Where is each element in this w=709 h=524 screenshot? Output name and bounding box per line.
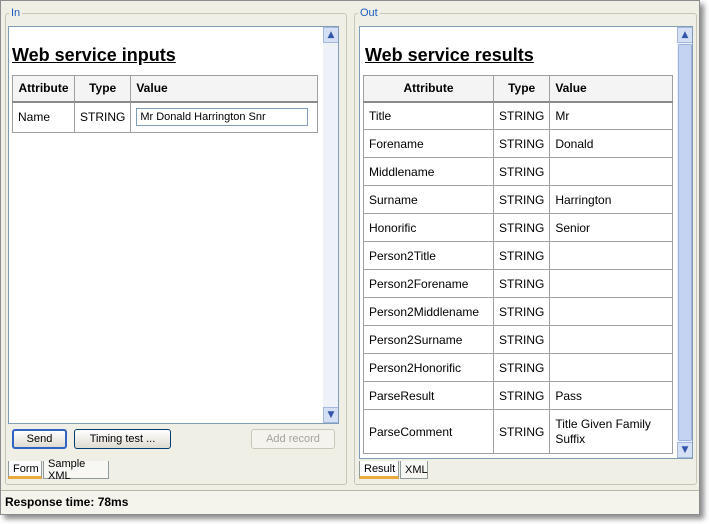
row-type: STRING <box>73 101 132 133</box>
input-form-pane: Web service inputs Attribute Type Value … <box>8 26 339 424</box>
row-type: STRING <box>492 101 551 130</box>
row-value: Title Given Family Suffix <box>549 409 673 454</box>
row-type: STRING <box>492 185 551 214</box>
row-value: Donald <box>549 129 673 158</box>
tab-form[interactable]: Form <box>8 461 42 479</box>
table-row: Person2Forename STRING <box>363 269 673 298</box>
table-row: ParseResult STRING Pass <box>363 381 673 410</box>
results-title: Web service results <box>365 45 534 65</box>
row-attribute: Forename <box>363 129 494 158</box>
row-attribute: Person2Honorific <box>363 353 494 382</box>
right-tab-strip: Result XML <box>359 461 439 479</box>
table-row: Surname STRING Harrington <box>363 185 673 214</box>
row-attribute: Person2Title <box>363 241 494 270</box>
inputs-table: Attribute Type Value Name STRING <box>12 75 318 133</box>
row-value <box>549 353 673 382</box>
row-type: STRING <box>492 213 551 242</box>
row-type: STRING <box>492 409 551 454</box>
tab-result[interactable]: Result <box>359 461 399 479</box>
row-attribute: ParseComment <box>363 409 494 454</box>
table-row: Person2Middlename STRING <box>363 297 673 326</box>
row-value <box>549 325 673 354</box>
row-attribute: ParseResult <box>363 381 494 410</box>
row-type: STRING <box>492 241 551 270</box>
table-row: Forename STRING Donald <box>363 129 673 158</box>
row-type: STRING <box>492 297 551 326</box>
input-form-scrollbar[interactable]: ▲ ▼ <box>323 27 338 423</box>
out-group-label: Out <box>360 7 378 19</box>
in-group-label: In <box>11 7 21 19</box>
row-value: Mr <box>549 101 673 130</box>
row-value: Pass <box>549 381 673 410</box>
results-pane: Web service results Attribute Type Value… <box>359 26 693 459</box>
inputs-title: Web service inputs <box>12 45 176 65</box>
row-type: STRING <box>492 269 551 298</box>
table-row: Honorific STRING Senior <box>363 213 673 242</box>
scroll-up-arrow-icon[interactable]: ▲ <box>677 27 692 43</box>
column-header-attribute: Attribute <box>12 75 75 103</box>
table-row: Person2Surname STRING <box>363 325 673 354</box>
row-value: Senior <box>549 213 673 242</box>
results-table: Attribute Type Value Title STRING Mr Foren… <box>363 75 673 454</box>
response-time-text: Response time: 78ms <box>5 495 129 509</box>
row-type: STRING <box>492 157 551 186</box>
scroll-up-arrow-icon[interactable]: ▲ <box>323 27 338 43</box>
table-row: Person2Title STRING <box>363 241 673 270</box>
row-attribute: Person2Surname <box>363 325 494 354</box>
status-bar: Response time: 78ms <box>1 490 699 514</box>
left-tab-strip: Form Sample XML <box>8 458 128 482</box>
row-type: STRING <box>492 353 551 382</box>
row-attribute: Title <box>363 101 494 130</box>
results-scrollbar-thumb[interactable] <box>678 44 692 441</box>
row-value <box>549 297 673 326</box>
row-value <box>549 157 673 186</box>
send-button[interactable]: Send <box>12 429 67 449</box>
app-window: In Web service inputs Attribute Type Val… <box>0 0 700 515</box>
table-row: Middlename STRING <box>363 157 673 186</box>
scroll-down-arrow-icon[interactable]: ▼ <box>677 442 692 458</box>
timing-test-button[interactable]: Timing test ... <box>74 429 171 449</box>
name-value-input[interactable] <box>136 108 309 127</box>
column-header-attribute: Attribute <box>363 75 494 103</box>
table-row: ParseComment STRING Title Given Family Suf… <box>363 409 673 454</box>
column-header-value: Value <box>130 75 318 103</box>
row-attribute: Middlename <box>363 157 494 186</box>
tab-xml[interactable]: XML <box>400 461 428 479</box>
row-attribute: Person2Middlename <box>363 297 494 326</box>
row-value <box>549 269 673 298</box>
row-attribute: Honorific <box>363 213 494 242</box>
tab-sample-xml[interactable]: Sample XML <box>43 458 109 482</box>
column-header-type: Type <box>73 75 132 103</box>
row-value <box>549 241 673 270</box>
column-header-type: Type <box>492 75 551 103</box>
row-type: STRING <box>492 325 551 354</box>
row-attribute: Name <box>12 101 75 133</box>
row-type: STRING <box>492 129 551 158</box>
table-row: Title STRING Mr <box>363 101 673 130</box>
row-value-cell <box>130 101 318 133</box>
results-scrollbar[interactable]: ▲ ▼ <box>677 27 692 458</box>
scroll-down-arrow-icon[interactable]: ▼ <box>323 407 338 423</box>
table-row: Name STRING <box>12 101 318 133</box>
add-record-button[interactable]: Add record <box>251 429 335 449</box>
row-value: Harrington <box>549 185 673 214</box>
row-attribute: Surname <box>363 185 494 214</box>
row-type: STRING <box>492 381 551 410</box>
column-header-value: Value <box>549 75 673 103</box>
row-attribute: Person2Forename <box>363 269 494 298</box>
table-row: Person2Honorific STRING <box>363 353 673 382</box>
